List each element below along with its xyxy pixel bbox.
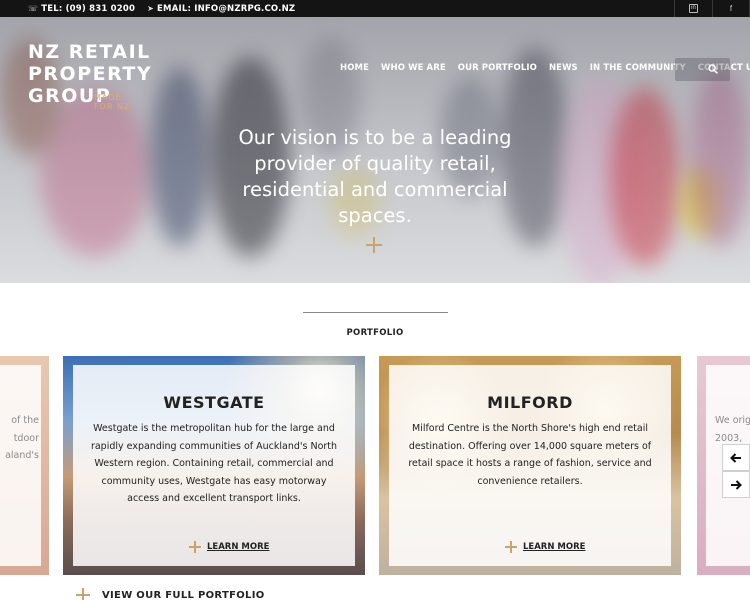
card-title: MILFORD	[487, 393, 573, 412]
logo-line-1: NZ RETAIL	[28, 41, 151, 63]
nav-home[interactable]: HOME	[340, 63, 369, 73]
social-links: in f	[674, 0, 750, 17]
hero-vision-statement: Our vision is to be a leading provider o…	[238, 126, 512, 227]
arrow-right-icon	[731, 479, 742, 490]
hero-plus-icon[interactable]	[366, 237, 382, 253]
search-button[interactable]	[675, 58, 730, 81]
facebook-link[interactable]: f	[712, 0, 750, 17]
view-full-portfolio-label: VIEW OUR FULL PORTFOLIO	[102, 589, 265, 600]
card-description: Westgate is the metropolitan hub for the…	[90, 423, 338, 504]
logo-tagline: MADE FOR NZ	[94, 93, 131, 111]
carousel-prev-button[interactable]	[722, 444, 750, 471]
send-icon: ➤	[147, 3, 155, 13]
learn-more-link[interactable]: LEARN MORE	[505, 541, 585, 553]
learn-more-label: LEARN MORE	[207, 542, 270, 552]
hero-banner: NZ RETAIL PROPERTY GROUP MADE FOR NZ HOM…	[0, 17, 750, 283]
arrow-left-icon	[730, 452, 741, 463]
nav-news[interactable]: NEWS	[549, 63, 578, 73]
email-link[interactable]: ➤ EMAIL: INFO@NZRPG.CO.NZ	[147, 4, 295, 14]
milford-info-panel: MILFORD Milford Centre is the North Shor…	[389, 365, 671, 566]
westgate-info-panel: WESTGATE Westgate is the metropolitan hu…	[73, 365, 355, 566]
site-logo[interactable]: NZ RETAIL PROPERTY GROUP MADE FOR NZ	[28, 41, 153, 111]
card-title: WESTGATE	[163, 393, 265, 412]
plus-icon	[189, 541, 201, 553]
phone-icon: ☏	[28, 3, 39, 13]
phone-link[interactable]: ☏ TEL: (09) 831 0200	[28, 4, 135, 14]
learn-more-link[interactable]: LEARN MORE	[189, 541, 269, 553]
portfolio-heading: PORTFOLIO	[346, 328, 404, 338]
search-icon	[708, 64, 718, 74]
portfolio-card-westgate[interactable]: WESTGATE Westgate is the metropolitan hu…	[63, 356, 365, 575]
carousel-next-button[interactable]	[722, 471, 750, 498]
nav-our-portfolio[interactable]: OUR PORTFOLIO	[458, 63, 537, 73]
portfolio-card-partial-left[interactable]: of the tdoor aland's	[0, 356, 49, 575]
facebook-icon: f	[729, 4, 733, 13]
partial-card-text: We orig 2003,	[715, 415, 750, 444]
partial-card-text: of the tdoor aland's	[5, 415, 39, 461]
plus-icon	[505, 541, 517, 553]
linkedin-icon: in	[689, 4, 698, 13]
plus-icon	[76, 588, 90, 600]
top-contact-bar: ☏ TEL: (09) 831 0200 ➤ EMAIL: INFO@NZRPG.C…	[0, 0, 750, 17]
logo-line-2: PROPERTY	[28, 63, 153, 85]
card-description: Milford Centre is the North Shore's high…	[408, 423, 652, 487]
phone-text: TEL: (09) 831 0200	[41, 3, 136, 14]
nav-in-the-community[interactable]: IN THE COMMUNITY	[590, 63, 686, 73]
view-full-portfolio-link[interactable]: VIEW OUR FULL PORTFOLIO	[76, 588, 265, 600]
section-divider	[303, 312, 448, 313]
linkedin-link[interactable]: in	[674, 0, 712, 17]
nav-who-we-are[interactable]: WHO WE ARE	[381, 63, 446, 73]
learn-more-label: LEARN MORE	[523, 542, 586, 552]
portfolio-card-milford[interactable]: MILFORD Milford Centre is the North Shor…	[379, 356, 681, 575]
contact-info: ☏ TEL: (09) 831 0200 ➤ EMAIL: INFO@NZRPG.C…	[28, 0, 295, 17]
email-text: EMAIL: INFO@NZRPG.CO.NZ	[157, 3, 296, 14]
